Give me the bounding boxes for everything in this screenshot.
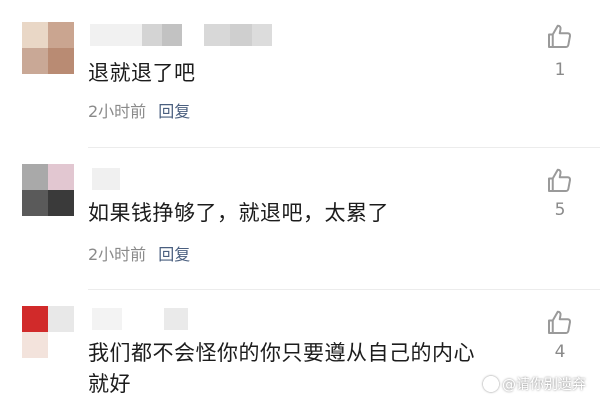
avatar[interactable]: [22, 306, 74, 358]
comment-meta: 2小时前 回复: [88, 98, 190, 122]
avatar[interactable]: [22, 164, 74, 216]
like-count: 1: [554, 60, 566, 80]
username-blurred[interactable]: [92, 308, 188, 330]
comment-time: 2小时前: [88, 245, 147, 264]
divider: [88, 289, 600, 290]
watermark: @请你别遗弃: [483, 374, 586, 394]
like-count: 5: [554, 200, 566, 220]
comment-text: 退就退了吧: [88, 61, 196, 85]
thumbs-up-icon[interactable]: [544, 308, 574, 338]
watermark-text: @请你别遗弃: [502, 377, 586, 393]
watermark-logo-icon: [483, 376, 499, 392]
reply-button[interactable]: 回复: [158, 98, 190, 122]
comment-text-line: 就好: [88, 372, 131, 396]
comment-item: 退就退了吧 2小时前 回复 1: [0, 0, 600, 150]
divider: [88, 147, 600, 148]
comment-text-line: 我们都不会怪你的你只要遵从自己的内心: [88, 341, 475, 365]
comment-time: 2小时前: [88, 102, 147, 121]
username-blurred[interactable]: [90, 24, 272, 46]
comment-item: 如果钱挣够了，就退吧，太累了 2小时前 回复 5: [0, 150, 600, 290]
comment-meta: 2小时前 回复: [88, 241, 190, 265]
thumbs-up-icon[interactable]: [544, 22, 574, 52]
reply-button[interactable]: 回复: [158, 241, 190, 265]
avatar[interactable]: [22, 22, 74, 74]
like-count: 4: [554, 342, 566, 362]
comment-text: 我们都不会怪你的你只要遵从自己的内心 就好: [88, 338, 528, 400]
thumbs-up-icon[interactable]: [544, 166, 574, 196]
username-blurred[interactable]: [92, 168, 120, 190]
comment-text: 如果钱挣够了，就退吧，太累了: [88, 201, 389, 225]
